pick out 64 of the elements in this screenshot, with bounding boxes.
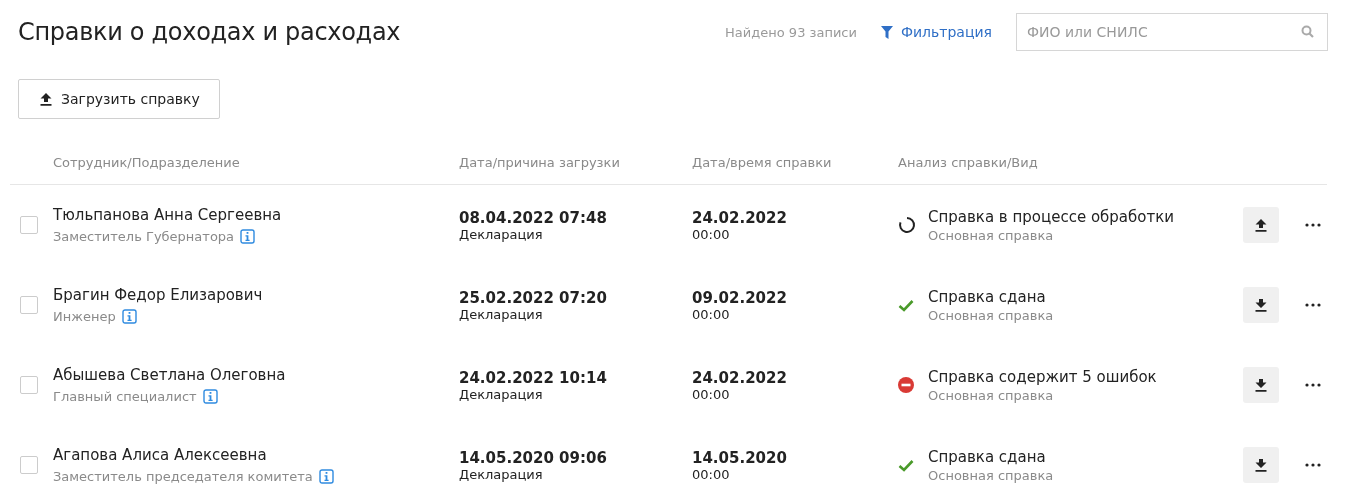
report-time: 00:00 [692,226,730,242]
employee-name: Агапова Алиса Алексеевна [53,446,267,464]
report-type: Основная справка [928,387,1054,403]
filter-icon [880,25,893,39]
report-date: 09.02.2022 [692,288,787,307]
column-header: Анализ справки/Вид [898,155,1039,170]
row-checkbox[interactable] [20,296,38,314]
column-header: Дата/причина загрузки [459,155,621,170]
report-date: 14.05.2020 [692,448,787,467]
report-time: 00:00 [692,466,730,482]
row-checkbox[interactable] [20,456,38,474]
info-icon[interactable] [240,229,256,244]
upload-icon [1254,218,1268,232]
more-icon[interactable] [1305,223,1321,227]
upload-reason: Декларация [459,466,543,482]
status-text: Справка содержит 5 ошибок [928,367,1157,386]
upload-reason: Декларация [459,226,543,242]
more-icon[interactable] [1305,463,1321,467]
info-icon[interactable] [318,469,334,484]
more-icon[interactable] [1305,383,1321,387]
upload-reason: Декларация [459,386,543,402]
employee-name: Абышева Светлана Олеговна [53,366,286,384]
employee-name: Брагин Федор Елизарович [53,286,263,304]
report-type: Основная справка [928,467,1054,483]
upload-date: 24.02.2022 10:14 [459,368,607,387]
page-title: Справки о доходах и расходах [18,18,402,46]
column-header: Дата/время справки [692,155,833,170]
report-type: Основная справка [928,307,1054,323]
report-time: 00:00 [692,386,730,402]
more-icon[interactable] [1305,303,1321,307]
upload-date: 14.05.2020 09:06 [459,448,607,467]
upload-button[interactable] [1243,207,1279,243]
status-text: Справка в процессе обработки [928,207,1174,226]
status-text: Справка сдана [928,447,1046,466]
column-header: Сотрудник/Подразделение [53,155,241,170]
download-icon [1254,378,1268,392]
report-date: 24.02.2022 [692,208,787,227]
employee-position: Заместитель Губернатора [53,229,235,244]
employee-position: Инженер [53,309,116,324]
status-text: Справка сдана [928,287,1046,306]
report-type: Основная справка [928,227,1054,243]
upload-date: 08.04.2022 07:48 [459,208,607,227]
report-date: 24.02.2022 [692,368,787,387]
upload-button[interactable]: Загрузить справку [18,79,220,119]
search-field[interactable]: ФИО или СНИЛС [1016,13,1328,51]
download-icon [1254,458,1268,472]
report-time: 00:00 [692,306,730,322]
download-button[interactable] [1243,367,1279,403]
search-icon [1301,25,1314,38]
results-count: Найдено 93 записи [725,24,857,40]
upload-date: 25.02.2022 07:20 [459,288,607,307]
employee-name: Тюльпанова Анна Сергеевна [53,206,282,224]
download-button[interactable] [1243,447,1279,483]
row-checkbox[interactable] [20,376,38,394]
employee-position: Заместитель председателя комитета [53,469,313,484]
row-checkbox[interactable] [20,216,38,234]
filter-link[interactable]: Фильтрация [880,24,992,40]
info-icon[interactable] [202,389,218,404]
upload-reason: Декларация [459,306,543,322]
download-button[interactable] [1243,287,1279,323]
upload-icon [39,92,53,106]
employee-position: Главный специалист [53,389,197,404]
info-icon[interactable] [121,309,137,324]
download-icon [1254,298,1268,312]
